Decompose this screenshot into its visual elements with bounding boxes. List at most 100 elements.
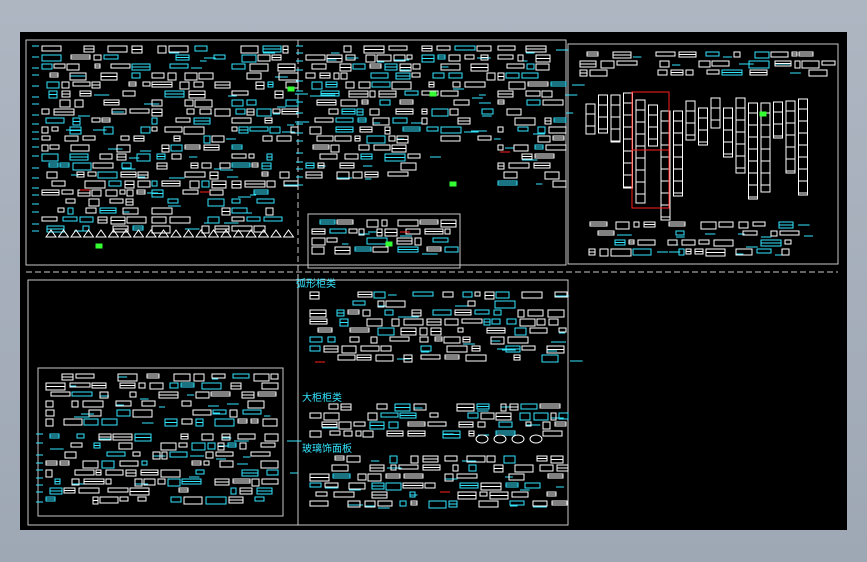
cabinet-block-tl-a bbox=[93, 54, 102, 61]
panel-block-bl bbox=[107, 487, 129, 493]
drawer-block-bl bbox=[45, 409, 55, 417]
cabinet-block-tl-b bbox=[151, 117, 158, 125]
cabinet-block-tl-c bbox=[249, 63, 269, 72]
cabinet-block-tl-a bbox=[110, 63, 131, 69]
panel-block-bl bbox=[266, 469, 279, 476]
cabinet-block-tr-top bbox=[698, 60, 711, 68]
cabinet-block-tl-b bbox=[189, 180, 200, 189]
cabinet-block-tl-a bbox=[142, 81, 151, 87]
round-table-symbol bbox=[493, 434, 507, 444]
arc-cabinet-block bbox=[491, 318, 501, 325]
arc-cabinet-block bbox=[507, 336, 529, 344]
cabinet-block-tm-a bbox=[387, 171, 409, 177]
cabinet-block-tr-top bbox=[655, 51, 676, 57]
cad-model-space[interactable]: 弧形柜类 大柜柜类 玻璃饰面板 bbox=[20, 32, 847, 530]
tall-cabinet-elevation bbox=[735, 97, 746, 174]
large-cabinet-block bbox=[388, 421, 399, 429]
large-cabinet-block bbox=[429, 412, 439, 418]
panel-block-bl bbox=[178, 442, 188, 448]
arc-cabinet-block bbox=[403, 318, 424, 326]
panel-block-bl bbox=[207, 442, 216, 450]
cabinet-block-tm-a bbox=[311, 81, 323, 90]
cabinet-block-tm-c bbox=[497, 45, 516, 51]
arc-cabinet-block bbox=[341, 345, 357, 354]
cabinet-block-tm-a bbox=[352, 63, 366, 70]
large-cabinet-block bbox=[380, 412, 399, 418]
cabinet-block-tl-a bbox=[91, 117, 101, 123]
cabinet-block-tl-a bbox=[84, 180, 106, 189]
panel-block bbox=[367, 473, 382, 482]
cabinet-block-tl-b bbox=[151, 216, 167, 224]
tall-cabinet-elevation bbox=[723, 107, 733, 158]
cabinet-block-tl-c bbox=[266, 180, 276, 188]
panel-block bbox=[456, 473, 478, 479]
panel-block-bl bbox=[239, 442, 247, 450]
arc-cabinet-block bbox=[548, 318, 559, 326]
cabinet-block-tl-a bbox=[91, 189, 102, 197]
cabinet-block-tl-c bbox=[231, 207, 248, 214]
cabinet-block-tl-c bbox=[249, 126, 269, 132]
cabinet-block-tr-bottom bbox=[781, 248, 790, 256]
cabinet-block-tl-a bbox=[82, 135, 96, 141]
cabinet-block-tl-c bbox=[257, 54, 271, 62]
large-cabinet-block bbox=[343, 430, 353, 437]
panel-block-bl bbox=[251, 478, 260, 487]
cabinet-block-tl-b bbox=[169, 216, 191, 224]
panel-block bbox=[479, 491, 488, 497]
panel-block-bl bbox=[118, 442, 133, 450]
cabinet-block-tm-c bbox=[537, 126, 546, 134]
cabinet-block-tl-c bbox=[240, 45, 259, 54]
cabinet-block-tr-top bbox=[659, 60, 670, 68]
cabinet-block-tm-a bbox=[311, 63, 327, 70]
arc-cabinet-block bbox=[506, 318, 517, 325]
cabinet-block-tl-a bbox=[61, 189, 74, 195]
large-cabinet-block bbox=[542, 430, 563, 437]
cabinet-block-tm-b bbox=[464, 54, 475, 60]
cad-drawing-canvas[interactable] bbox=[20, 32, 847, 530]
cabinet-block-tl-a bbox=[41, 144, 49, 152]
panel-block-bl bbox=[119, 460, 139, 467]
drawer-block-bl bbox=[181, 418, 193, 425]
cabinet-block-tm-a bbox=[340, 99, 358, 107]
cabinet-block-small bbox=[311, 237, 326, 246]
cabinet-block-tl-a bbox=[85, 207, 97, 214]
tall-cabinet-elevation bbox=[673, 110, 683, 197]
panel-block-bl bbox=[74, 469, 95, 476]
panel-block bbox=[503, 455, 516, 464]
cabinet-block-tm-a bbox=[340, 72, 348, 80]
cabinet-block-tl-a bbox=[67, 207, 74, 215]
cabinet-block-tl-c bbox=[231, 198, 241, 204]
cabinet-block-tm-b bbox=[431, 108, 449, 117]
drawer-block-bl bbox=[270, 373, 279, 380]
cabinet-block-tl-b bbox=[184, 72, 198, 81]
panel-block-bl bbox=[261, 478, 279, 485]
cabinet-block-tl-c bbox=[262, 135, 273, 142]
large-cabinet-block bbox=[533, 412, 549, 421]
cabinet-block-tl-a bbox=[122, 207, 139, 215]
panel-block-bl bbox=[45, 469, 53, 478]
arc-cabinet-block bbox=[517, 309, 525, 318]
cabinet-block-tm-a bbox=[314, 117, 334, 123]
cabinet-block-tl-a bbox=[41, 108, 50, 115]
large-cabinet-block bbox=[498, 421, 513, 428]
layer-accent-mark bbox=[385, 241, 393, 247]
arc-cabinet-block bbox=[360, 345, 380, 352]
panel-block bbox=[333, 491, 355, 498]
arc-cabinet-block bbox=[443, 336, 461, 344]
arc-cabinet-block bbox=[514, 327, 527, 336]
cabinet-block-tm-a bbox=[330, 144, 340, 153]
tall-cabinet-elevation bbox=[585, 103, 596, 135]
label-decorative-panels: 玻璃饰面板 bbox=[302, 444, 352, 455]
cabinet-block-tr-bottom bbox=[752, 221, 766, 227]
cabinet-block-tm-a bbox=[316, 135, 334, 142]
arc-cabinet-block bbox=[362, 309, 371, 317]
arc-cabinet-block bbox=[420, 345, 432, 352]
large-cabinet-block bbox=[550, 412, 557, 421]
large-cabinet-block bbox=[362, 430, 374, 438]
panel-block bbox=[524, 482, 541, 489]
arc-cabinet-block bbox=[442, 291, 454, 298]
cabinet-block-tl-b bbox=[219, 162, 231, 169]
arc-cabinet-block bbox=[327, 336, 336, 343]
cabinet-block-tl-c bbox=[246, 99, 257, 106]
cabinet-block-tl-a bbox=[79, 216, 94, 223]
